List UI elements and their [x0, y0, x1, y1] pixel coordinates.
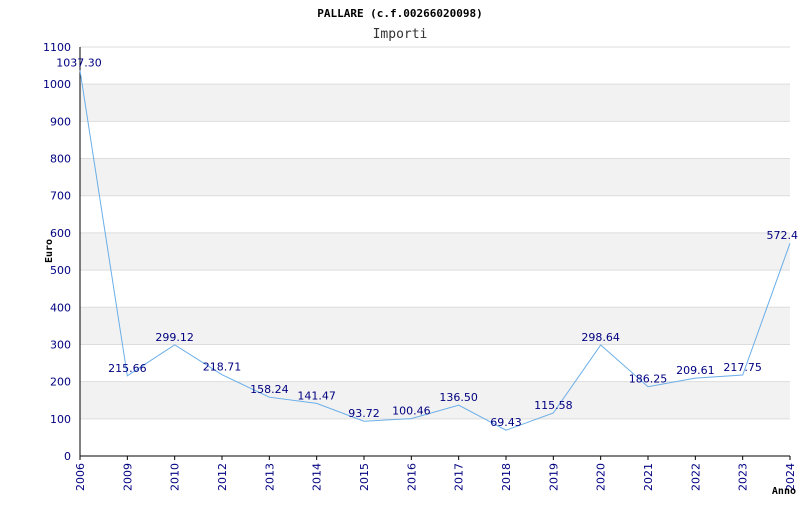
- y-tick-label: 0: [64, 450, 71, 463]
- data-label: 100.46: [392, 405, 431, 418]
- x-tick-label: 2012: [216, 463, 229, 491]
- data-label: 186.25: [629, 373, 668, 386]
- x-tick-label: 2023: [737, 463, 750, 491]
- x-tick-label: 2020: [595, 463, 608, 491]
- data-label: 572.4: [767, 229, 799, 242]
- line-chart: 1037.30 215.66 299.12 218.71 158.24 141.47 93.…: [43, 7, 799, 497]
- x-tick-label: 2022: [689, 463, 702, 491]
- x-tick-label: 2009: [121, 463, 134, 491]
- x-tick-label: 2018: [500, 463, 513, 491]
- data-label: 298.64: [581, 331, 620, 344]
- y-tick-label: 400: [50, 301, 71, 314]
- data-label: 1037.30: [56, 56, 102, 69]
- data-label: 93.72: [348, 407, 380, 420]
- y-tick-label: 100: [50, 413, 71, 426]
- data-label: 209.61: [676, 364, 715, 377]
- y-tick-label: 700: [50, 190, 71, 203]
- data-label: 115.58: [534, 399, 573, 412]
- x-tick-labels: 2006 2009 2010 2012 2013 2014 2015 2016 2017 2018…: [74, 463, 797, 491]
- x-tick-label: 2016: [405, 463, 418, 491]
- data-label: 136.50: [439, 391, 478, 404]
- x-tick-label: 2013: [263, 463, 276, 491]
- data-label: 215.66: [108, 362, 147, 375]
- y-tick-label: 800: [50, 153, 71, 166]
- grid-band: [80, 158, 790, 196]
- y-tick-label: 1100: [43, 41, 71, 54]
- chart-container: 1037.30 215.66 299.12 218.71 158.24 141.47 93.…: [0, 0, 800, 500]
- data-label: 299.12: [155, 331, 194, 344]
- grid-band: [80, 232, 790, 271]
- grid-band: [80, 381, 790, 419]
- y-tick-label: 1000: [43, 78, 71, 91]
- x-tick-label: 2010: [169, 463, 182, 491]
- y-tick-label: 900: [50, 115, 71, 128]
- data-label: 217.75: [723, 361, 762, 374]
- chart-title: PALLARE (c.f.00266020098): [317, 7, 483, 20]
- y-tick-label: 500: [50, 264, 71, 277]
- y-tick-label: 300: [50, 338, 71, 351]
- x-axis-label: Anno: [772, 486, 796, 497]
- grid-band: [80, 84, 790, 122]
- y-axis-label: Euro: [44, 239, 55, 263]
- x-tick-label: 2014: [311, 463, 324, 491]
- data-label: 69.43: [490, 416, 522, 429]
- y-tick-label: 600: [50, 227, 71, 240]
- data-label: 218.71: [203, 361, 242, 374]
- x-tick-label: 2017: [453, 463, 466, 491]
- x-tick-label: 2015: [358, 463, 371, 491]
- data-label: 158.24: [250, 383, 289, 396]
- data-label: 141.47: [297, 389, 336, 402]
- chart-subtitle: Importi: [373, 27, 428, 42]
- x-tick-label: 2019: [547, 463, 560, 491]
- y-tick-label: 200: [50, 376, 71, 389]
- x-tick-label: 2021: [642, 463, 655, 491]
- x-tick-label: 2006: [74, 463, 87, 491]
